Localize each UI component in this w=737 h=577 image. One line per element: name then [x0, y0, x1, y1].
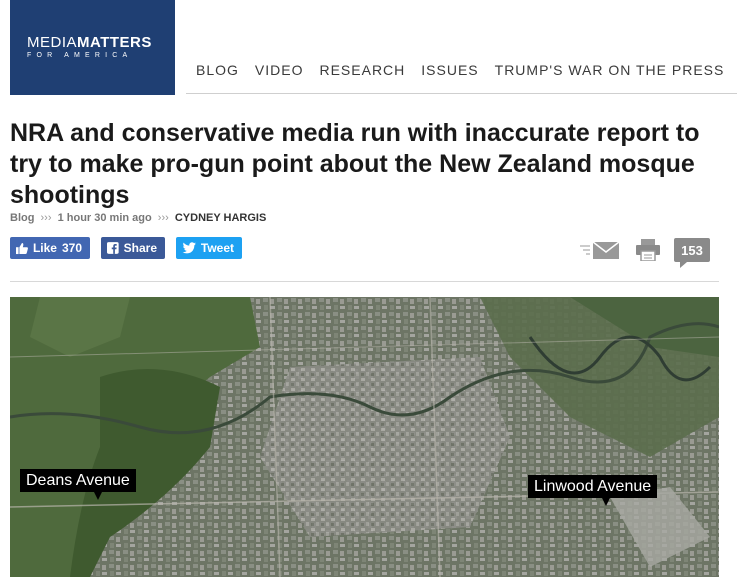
map-label-linwood-avenue: Linwood Avenue: [528, 475, 658, 506]
share-label: Share: [123, 241, 157, 255]
facebook-share-button[interactable]: Share: [101, 237, 165, 259]
thumbs-up-icon: [16, 242, 28, 254]
print-icon[interactable]: [636, 239, 660, 261]
article-tools: 153: [580, 238, 710, 268]
facebook-icon: [107, 242, 119, 254]
byline-separator: ›››: [40, 212, 52, 224]
like-count: 370: [61, 241, 82, 255]
byline-time: 1 hour 30 min ago: [57, 212, 152, 224]
nav-item-blog[interactable]: BLOG: [196, 62, 239, 78]
tweet-label: Tweet: [200, 241, 234, 255]
byline-author[interactable]: CYDNEY HARGIS: [175, 212, 266, 224]
nav-item-research[interactable]: RESEARCH: [319, 62, 405, 78]
twitter-tweet-button[interactable]: Tweet: [176, 237, 242, 259]
site-logo[interactable]: MEDIAMATTERS FOR AMERICA: [10, 0, 175, 95]
comment-count-badge[interactable]: 153: [674, 238, 710, 268]
logo-tagline: FOR AMERICA: [27, 52, 133, 59]
byline-separator: ›››: [157, 212, 169, 224]
nav-item-video[interactable]: VIDEO: [255, 62, 304, 78]
map-label-deans-avenue: Deans Avenue: [20, 469, 136, 500]
main-nav: BLOG VIDEO RESEARCH ISSUES TRUMP'S WAR O…: [186, 46, 737, 94]
aerial-map-graphic: [10, 297, 719, 577]
logo-wordmark: MEDIAMATTERS: [27, 34, 152, 51]
nav-item-war-on-press[interactable]: TRUMP'S WAR ON THE PRESS: [495, 62, 725, 78]
divider: [10, 281, 719, 282]
article-headline: NRA and conservative media run with inac…: [10, 119, 700, 209]
twitter-bird-icon: [182, 242, 196, 254]
article-hero-map-image: Deans Avenue Linwood Avenue: [10, 297, 719, 577]
byline-category[interactable]: Blog: [10, 212, 34, 224]
byline: Blog ››› 1 hour 30 min ago ››› CYDNEY HA…: [10, 212, 266, 224]
like-label: Like: [32, 241, 57, 255]
nav-item-issues[interactable]: ISSUES: [421, 62, 478, 78]
email-icon[interactable]: [580, 240, 620, 260]
facebook-like-button[interactable]: Like 370: [10, 237, 90, 259]
share-buttons: Like 370 Share Tweet: [10, 237, 242, 259]
